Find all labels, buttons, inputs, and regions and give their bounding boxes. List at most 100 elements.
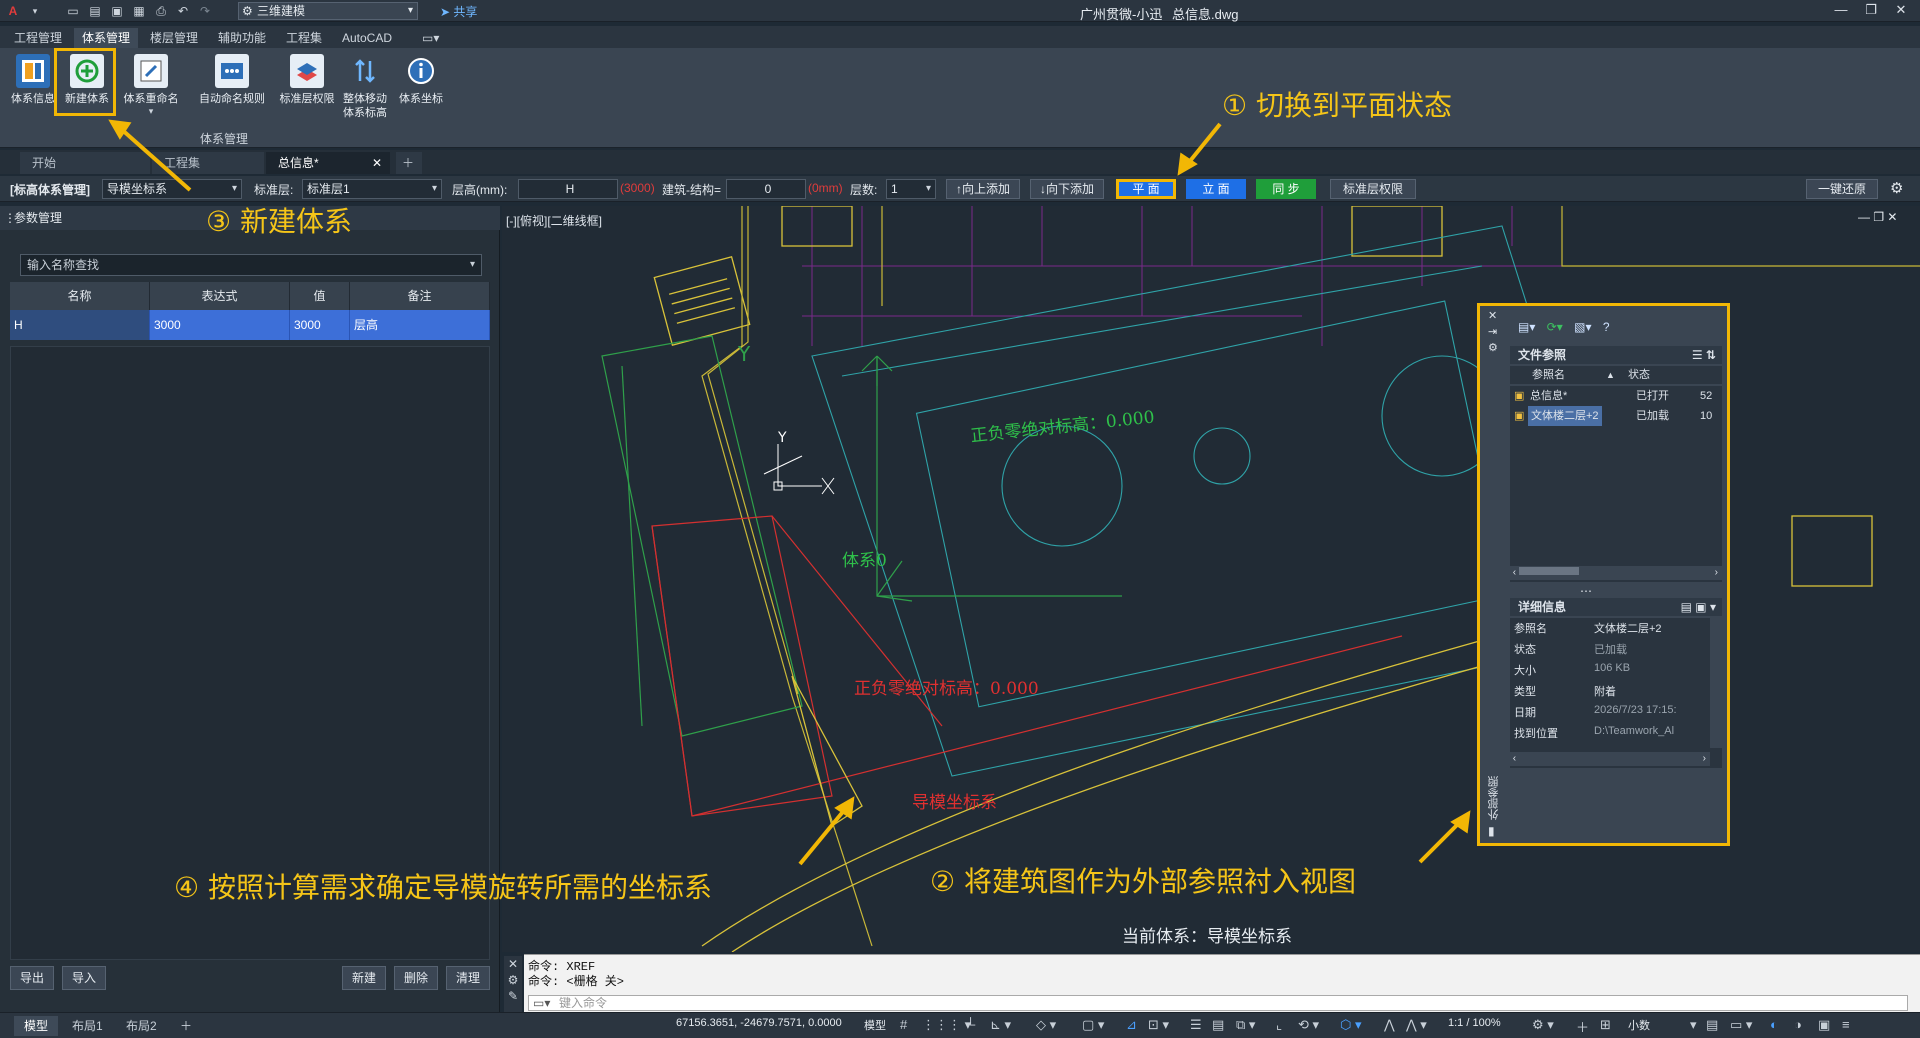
tab-floor[interactable]: 楼层管理 — [142, 28, 206, 48]
graphics-perf-icon[interactable]: ▭ ▾ — [1730, 1017, 1752, 1033]
horizontal-scrollbar[interactable]: ‹ › — [1510, 752, 1710, 766]
share-button[interactable]: ➤ 共享 — [440, 3, 477, 20]
command-input[interactable]: ▭▾ 键入命令 — [528, 995, 1908, 1011]
close-icon[interactable]: ✕ — [372, 152, 382, 174]
add-icon[interactable]: ＋ — [1576, 1017, 1589, 1036]
add-down-button[interactable]: ↓向下添加 — [1030, 179, 1104, 199]
doc-tab-main[interactable]: 总信息* ✕ — [266, 152, 390, 174]
isometric-icon[interactable]: ◇ ▾ — [1036, 1017, 1056, 1033]
annotation-scale[interactable]: 1:1 / 100% — [1448, 1017, 1501, 1029]
doc-tab-project-set[interactable]: 工程集 — [152, 152, 264, 174]
parameter-search-select[interactable]: 输入名称查找 ▾ — [20, 254, 482, 276]
close-icon[interactable]: ✕ — [1890, 2, 1912, 20]
annotation-visibility-icon[interactable]: ⋀ — [1384, 1017, 1395, 1033]
col-note[interactable]: 备注 — [350, 282, 490, 310]
customize-icon[interactable]: ≡ — [1842, 1017, 1850, 1032]
command-side-controls[interactable]: ✕ ⚙ ✎ — [504, 956, 522, 1012]
workspace-switch-icon[interactable]: ⚙ ▾ — [1532, 1017, 1554, 1033]
dynamic-input-icon[interactable]: ⊡ ▾ — [1148, 1017, 1169, 1033]
help-icon[interactable]: ? — [1603, 320, 1610, 334]
isolate-objects-icon[interactable]: ◐ — [1770, 1017, 1778, 1032]
add-up-button[interactable]: ↑向上添加 — [946, 179, 1020, 199]
polar-icon[interactable]: ⊾ ▾ — [990, 1017, 1011, 1033]
viewport-label[interactable]: [-][俯视][二维线框] — [506, 212, 602, 229]
quick-properties-icon[interactable]: ▤ — [1706, 1017, 1718, 1033]
workspace-select[interactable]: ⚙ 三维建模 ▾ — [238, 2, 418, 20]
add-tab-icon[interactable]: ＋ — [396, 152, 422, 174]
list-view-icon[interactable]: ☰ ⇅ — [1692, 346, 1716, 364]
add-layout-icon[interactable]: ＋ — [170, 1016, 202, 1036]
settings-gear-icon[interactable]: ⚙ — [1890, 179, 1903, 197]
new-param-button[interactable]: 新建 — [342, 966, 386, 990]
tab-assist[interactable]: 辅助功能 — [210, 28, 274, 48]
app-menu-icon[interactable]: A — [4, 3, 22, 19]
plan-view-button[interactable]: 平 面 — [1116, 179, 1176, 199]
attach-icon[interactable]: ▤▾ — [1518, 320, 1535, 334]
change-path-icon[interactable]: ▧▾ — [1574, 320, 1591, 334]
system-coordinate-button[interactable]: 体系坐标 — [390, 54, 452, 134]
clear-param-button[interactable]: 清理 — [446, 966, 490, 990]
tab-model[interactable]: 模型 — [14, 1016, 59, 1036]
std-floor-permission-button-2[interactable]: 标准层权限 — [1330, 179, 1416, 199]
coordinates-readout[interactable]: 67156.3651, -24679.7571, 0.0000 — [676, 1017, 842, 1029]
auto-naming-button[interactable]: 自动命名规则 — [196, 54, 268, 134]
col-expression[interactable]: 表达式 — [150, 282, 290, 310]
clean-screen-icon[interactable]: ▣ — [1818, 1017, 1830, 1033]
selection-cycling-icon[interactable]: ⧉ ▾ — [1236, 1017, 1255, 1033]
cell-value[interactable]: 3000 — [290, 310, 350, 340]
std-floor-select[interactable]: 标准层1 ▾ — [302, 179, 442, 199]
vertical-scrollbar[interactable] — [1710, 618, 1722, 748]
detail-value[interactable]: 文体楼二层+2 — [1594, 620, 1662, 636]
ribbon-options-icon[interactable]: ▭▾ — [414, 28, 447, 48]
refresh-icon[interactable]: ⟳▾ — [1547, 320, 1563, 334]
save-as-icon[interactable]: ▦ — [130, 3, 148, 19]
open-file-icon[interactable]: ▤ — [86, 3, 104, 19]
col-name[interactable]: 名称 — [10, 282, 150, 310]
restore-button[interactable]: 一键还原 — [1806, 179, 1878, 199]
xref-side-controls[interactable]: ✕ ⇥ ⚙ — [1488, 308, 1498, 356]
viewport-controls[interactable]: — ❐ ✕ — [1858, 210, 1897, 224]
cell-expression[interactable]: 3000 — [150, 310, 290, 340]
import-button[interactable]: 导入 — [62, 966, 106, 990]
tab-layout1[interactable]: 布局1 — [62, 1016, 113, 1036]
xref-toolbar[interactable]: ▤▾ ⟳▾ ▧▾ ? — [1518, 320, 1610, 334]
tab-project-set[interactable]: 工程集 — [278, 28, 330, 48]
restore-icon[interactable]: ❐ — [1860, 2, 1882, 20]
file-ref-row[interactable]: ▣ 文体楼二层+2 已加载 10 — [1510, 406, 1722, 426]
cell-name[interactable]: H — [10, 310, 150, 340]
rename-system-button[interactable]: 体系重命名 ▾ — [120, 54, 182, 134]
3d-osnap-icon[interactable]: ⌞ — [1276, 1017, 1282, 1033]
col-value[interactable]: 值 — [290, 282, 350, 310]
ortho-icon[interactable]: └ — [966, 1017, 975, 1032]
file-ref-row[interactable]: ▣ 总信息* 已打开 52 — [1510, 386, 1722, 406]
sync-button[interactable]: 同 步 — [1256, 179, 1316, 199]
model-space-toggle[interactable]: 模型 — [864, 1017, 886, 1033]
new-file-icon[interactable]: ▭ — [64, 3, 82, 19]
layers-select[interactable]: 1 ▾ — [886, 179, 936, 199]
lineweight-icon[interactable]: ☰ — [1190, 1017, 1202, 1033]
save-icon[interactable]: ▣ — [108, 3, 126, 19]
doc-tab-start[interactable]: 开始 — [20, 152, 150, 174]
elevation-system-select[interactable]: 导模坐标系 ▾ — [102, 179, 242, 199]
delete-param-button[interactable]: 删除 — [394, 966, 438, 990]
dynamic-ucs-icon[interactable]: ⟲ ▾ — [1298, 1017, 1319, 1033]
transparency-icon[interactable]: ▤ — [1212, 1017, 1224, 1033]
hardware-accel-icon[interactable]: ◑ — [1794, 1017, 1802, 1032]
horizontal-scrollbar[interactable]: ‹ › — [1510, 566, 1722, 580]
tab-system[interactable]: 体系管理 — [74, 28, 139, 48]
print-icon[interactable]: ⎙ — [152, 3, 170, 19]
units-select[interactable]: 小数 — [1628, 1017, 1650, 1033]
cell-note[interactable]: 层高 — [350, 310, 490, 340]
tab-project[interactable]: 工程管理 — [6, 28, 70, 48]
floor-height-input[interactable]: H — [518, 179, 618, 199]
grid-icon[interactable]: # — [900, 1017, 907, 1032]
col-ref-status[interactable]: 状态 — [1628, 366, 1650, 384]
tab-layout2[interactable]: 布局2 — [116, 1016, 167, 1036]
move-elevation-button[interactable]: 整体移动 体系标高 — [334, 54, 396, 134]
splitter-handle[interactable]: ⋯ — [1580, 584, 1592, 598]
export-button[interactable]: 导出 — [10, 966, 54, 990]
details-view-icon[interactable]: ▤ ▣ ▾ — [1681, 598, 1716, 616]
ucs-toggle-icon[interactable]: ⊿ — [1126, 1017, 1137, 1033]
std-floor-permission-button[interactable]: 标准层权限 — [274, 54, 340, 134]
undo-icon[interactable]: ↶ — [174, 3, 192, 19]
